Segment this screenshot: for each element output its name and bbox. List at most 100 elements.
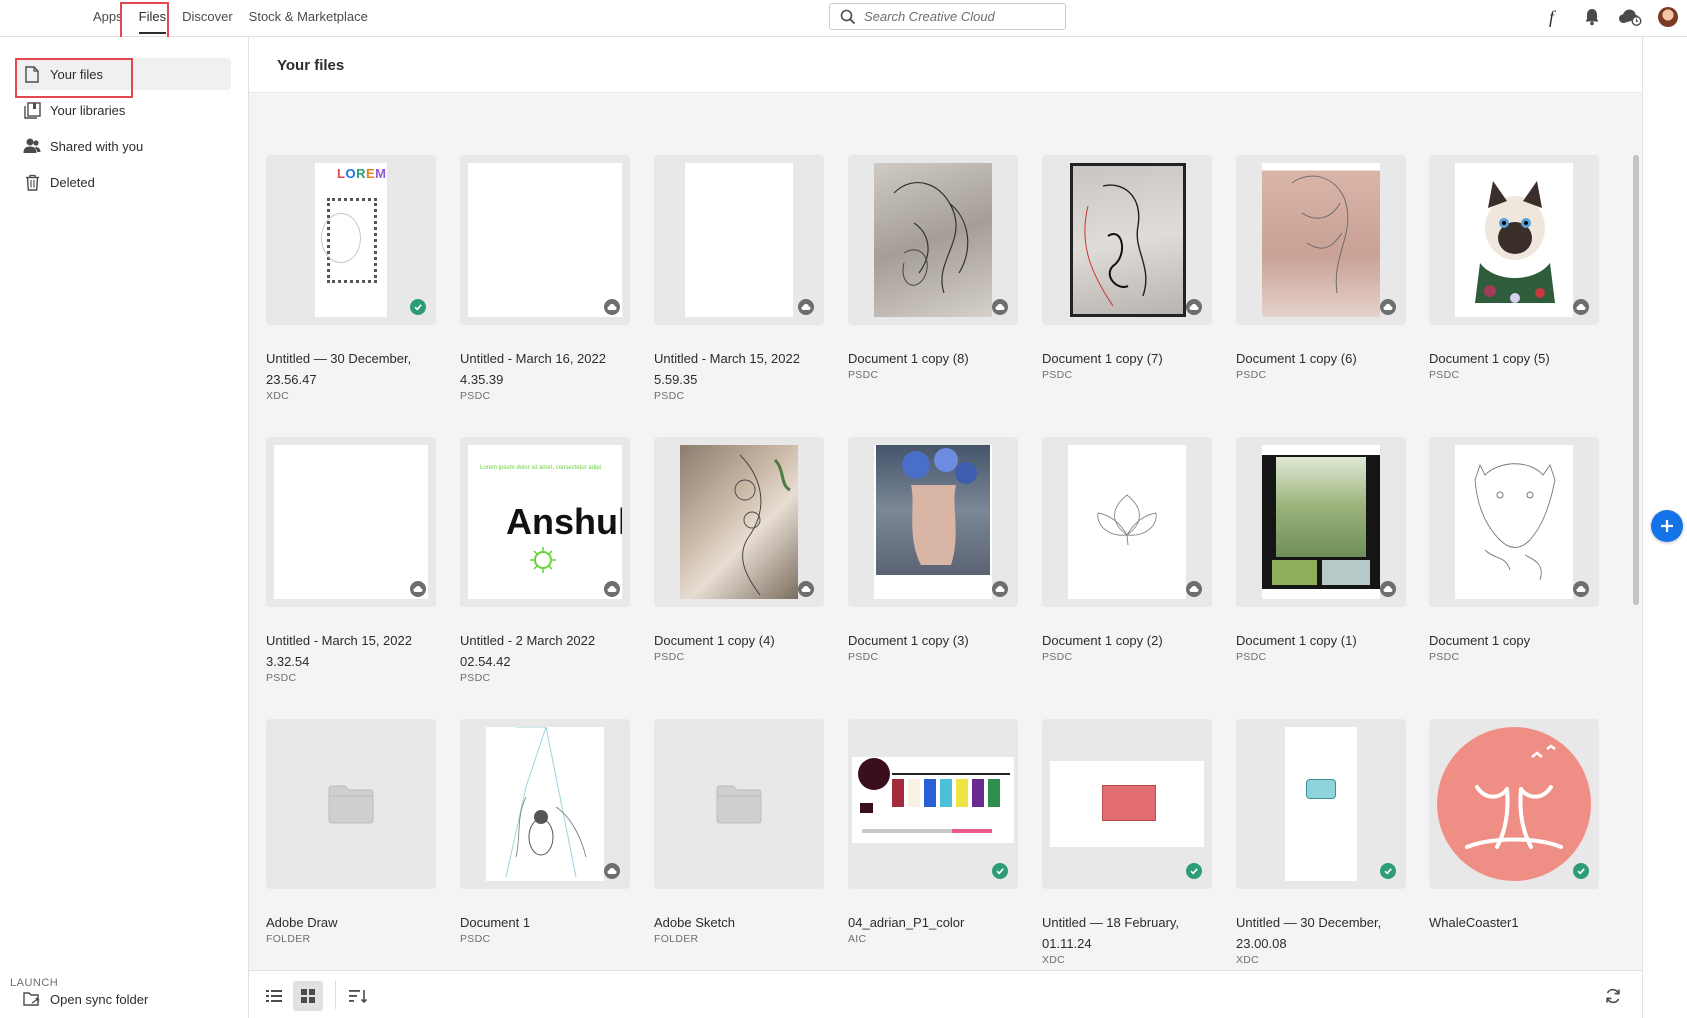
whale-logo — [1437, 727, 1591, 881]
file-card[interactable]: Document 1 copy (4) PSDC — [654, 437, 824, 663]
file-card[interactable]: Document 1 copy (3) PSDC — [848, 437, 1018, 663]
thumb-photo — [1262, 163, 1380, 317]
file-card[interactable]: LOREM Untitled — 30 December, 23.56.47 X… — [266, 155, 436, 402]
file-thumbnail — [1042, 155, 1212, 325]
synced-icon — [1186, 863, 1202, 879]
fonts-icon[interactable]: f — [1535, 0, 1573, 34]
avatar — [1658, 7, 1678, 27]
file-card[interactable]: Untitled - March 16, 2022 4.35.39 PSDC — [460, 155, 630, 402]
file-card[interactable]: Untitled — 30 December, 23.00.08 XDC — [1236, 719, 1406, 966]
thumb-paper — [468, 163, 622, 317]
file-card[interactable]: Document 1 copy (5) PSDC — [1429, 155, 1599, 381]
file-name: Untitled - 2 March 2022 02.54.42 — [460, 633, 596, 669]
nav-files[interactable]: Files — [131, 0, 174, 37]
thumb-paper — [852, 757, 1014, 843]
thumb-paper — [1455, 445, 1573, 599]
cloud-icon — [410, 581, 426, 597]
file-thumbnail — [460, 155, 630, 325]
file-card[interactable]: Document 1 copy (7) PSDC — [1042, 155, 1212, 381]
sidebar: Your files Your libraries Shared with yo… — [0, 37, 249, 1018]
sidebar-item-label: Your libraries — [50, 102, 126, 118]
synced-icon — [992, 863, 1008, 879]
thumb-tile — [1272, 560, 1317, 585]
thumb-paper — [1050, 761, 1204, 847]
file-card[interactable]: Document 1 copy (8) PSDC — [848, 155, 1018, 381]
file-name: Document 1 copy (8) — [848, 351, 969, 366]
file-card[interactable]: Lorem ipsum dolor sit amet, consectetur … — [460, 437, 630, 684]
thumb-paper — [486, 726, 604, 881]
file-thumbnail — [1429, 437, 1599, 607]
folder-card[interactable]: Adobe Sketch FOLDER — [654, 719, 824, 945]
cow-sketch — [1474, 463, 1556, 581]
thumb-photo — [1070, 163, 1186, 317]
file-thumbnail — [1429, 719, 1599, 889]
vertical-scrollbar[interactable] — [1633, 155, 1639, 605]
file-thumbnail — [1042, 437, 1212, 607]
bird-sketch — [505, 726, 587, 878]
open-sync-folder-button[interactable]: Open sync folder — [16, 983, 231, 1015]
file-thumbnail — [266, 437, 436, 607]
file-type: FOLDER — [654, 933, 699, 945]
sidebar-item-your-files[interactable]: Your files — [16, 58, 231, 90]
file-thumbnail — [654, 155, 824, 325]
thumb-paper — [1068, 445, 1186, 599]
file-name: Document 1 copy (7) — [1042, 351, 1163, 366]
cloud-icon — [1380, 299, 1396, 315]
file-card[interactable]: 04_adrian_P1_color AIC — [848, 719, 1018, 945]
lotus-sketch — [1097, 494, 1157, 546]
thumb-photo — [1262, 455, 1380, 589]
nav-discover[interactable]: Discover — [174, 0, 241, 37]
file-card[interactable]: Document 1 PSDC — [460, 719, 630, 945]
file-type: PSDC — [654, 390, 685, 402]
page-title: Your files — [277, 57, 345, 74]
user-avatar[interactable] — [1649, 0, 1687, 34]
cloud-icon — [1573, 299, 1589, 315]
file-name: Document 1 copy (6) — [1236, 351, 1357, 366]
file-card[interactable]: Document 1 copy (6) PSDC — [1236, 155, 1406, 381]
file-type: AIC — [848, 933, 867, 945]
sidebar-item-your-libraries[interactable]: Your libraries — [16, 94, 231, 126]
file-type: XDC — [266, 390, 290, 402]
nav-stock-marketplace[interactable]: Stock & Marketplace — [241, 0, 376, 37]
plus-icon — [1661, 520, 1673, 532]
file-name: Untitled — 30 December, 23.56.47 — [266, 351, 412, 387]
file-thumbnail — [1236, 437, 1406, 607]
nav-apps[interactable]: Apps — [85, 0, 131, 37]
hand-flowers — [902, 448, 977, 565]
thumb-rect — [1102, 785, 1156, 821]
sidebar-item-deleted[interactable]: Deleted — [16, 166, 231, 198]
file-thumbnail — [1236, 719, 1406, 889]
file-thumbnail: Lorem ipsum dolor sit amet, consectetur … — [460, 437, 630, 607]
bell-icon[interactable] — [1573, 0, 1611, 34]
file-card[interactable]: Document 1 copy (2) PSDC — [1042, 437, 1212, 663]
file-type: FOLDER — [266, 933, 311, 945]
sketch-drawing — [1084, 184, 1147, 307]
file-type: PSDC — [1042, 369, 1073, 381]
cloud-sync-icon[interactable] — [1611, 0, 1649, 34]
search-placeholder: Search Creative Cloud — [864, 9, 995, 24]
synced-icon — [1573, 863, 1589, 879]
file-card[interactable]: Document 1 copy (1) PSDC — [1236, 437, 1406, 663]
add-button[interactable] — [1651, 510, 1683, 542]
sun-doodle-icon — [530, 547, 556, 573]
file-card[interactable]: WhaleCoaster1 — [1429, 719, 1599, 933]
file-card[interactable]: Document 1 copy PSDC — [1429, 437, 1599, 663]
cloud-icon — [1573, 581, 1589, 597]
folder-card[interactable]: Adobe Draw FOLDER — [266, 719, 436, 945]
file-card[interactable]: Untitled - March 15, 2022 5.59.35 PSDC — [654, 155, 824, 402]
grid-view-icon — [301, 989, 315, 1003]
sort-button[interactable] — [343, 981, 373, 1011]
file-name: Document 1 copy (2) — [1042, 633, 1163, 648]
file-name: Untitled — 18 February, 01.11.24 — [1042, 915, 1180, 951]
file-name: Adobe Draw — [266, 915, 338, 930]
sidebar-item-shared-with-you[interactable]: Shared with you — [16, 130, 231, 162]
refresh-button[interactable] — [1598, 981, 1628, 1011]
thumb-paper: LOREM — [315, 163, 387, 317]
search-input[interactable]: Search Creative Cloud — [829, 3, 1066, 30]
file-card[interactable]: Untitled - March 15, 2022 3.32.54 PSDC — [266, 437, 436, 684]
thumb-paper — [274, 445, 428, 599]
grid-view-button[interactable] — [293, 981, 323, 1011]
refresh-icon — [1606, 988, 1620, 1004]
list-view-button[interactable] — [259, 981, 289, 1011]
file-card[interactable]: Untitled — 18 February, 01.11.24 XDC — [1042, 719, 1212, 966]
